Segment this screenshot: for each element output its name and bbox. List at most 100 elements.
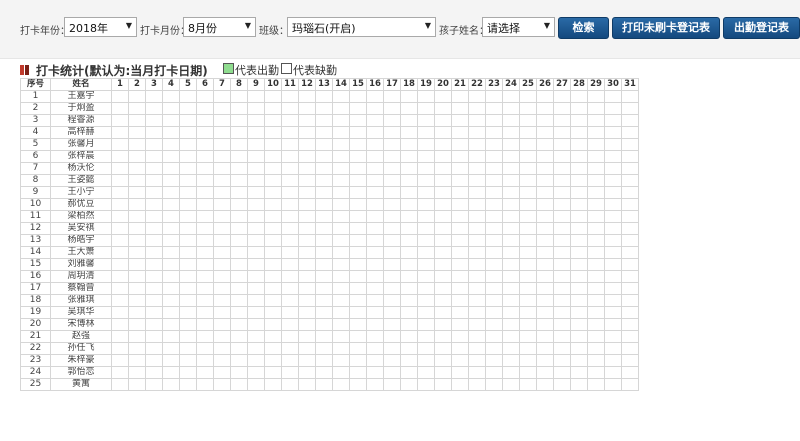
attendance-cell (230, 114, 248, 127)
attendance-cell (621, 174, 639, 187)
attendance-cell (604, 162, 622, 175)
attendance-cell (332, 150, 350, 163)
attendance-cell (383, 246, 401, 259)
attendance-cell (417, 186, 435, 199)
student-name: 张馨月 (50, 138, 112, 151)
attendance-cell (281, 234, 299, 247)
attendance-cell (315, 234, 333, 247)
attendance-cell (434, 258, 452, 271)
attendance-cell (434, 378, 452, 391)
year-select[interactable]: 2018年 ▼ (64, 17, 137, 37)
row-index: 2 (20, 102, 51, 115)
table-row: 15 刘雅馨 (20, 258, 639, 271)
attendance-cell (196, 126, 214, 139)
class-select[interactable]: 玛瑙石(开启) ▼ (287, 17, 436, 37)
attendance-cell (111, 378, 129, 391)
attendance-cell (621, 354, 639, 367)
attendance-cell (621, 282, 639, 295)
attendance-cell (349, 90, 367, 103)
attendance-cell (111, 90, 129, 103)
attendance-cell (162, 222, 180, 235)
table-row: 16 周玥清 (20, 270, 639, 283)
attendance-cell (315, 186, 333, 199)
row-index: 12 (20, 222, 51, 235)
student-name: 郝优豆 (50, 198, 112, 211)
row-index: 24 (20, 366, 51, 379)
attendance-cell (145, 342, 163, 355)
table-row: 25 黄寓 (20, 378, 639, 391)
attendance-cell (383, 162, 401, 175)
attendance-cell (485, 306, 503, 319)
attendance-cell (587, 330, 605, 343)
attendance-cell (230, 282, 248, 295)
attendance-cell (468, 354, 486, 367)
attendance-cell (162, 294, 180, 307)
attendance-cell (196, 234, 214, 247)
attendance-cell (179, 330, 197, 343)
attendance-cell (264, 282, 282, 295)
attendance-cell (247, 270, 265, 283)
attendance-cell (315, 174, 333, 187)
attendance-cell (213, 282, 231, 295)
attendance-cell (332, 210, 350, 223)
attendance-cell (230, 174, 248, 187)
attendance-cell (468, 258, 486, 271)
month-select[interactable]: 8月份 ▼ (183, 17, 256, 37)
attendance-cell (111, 114, 129, 127)
attendance-cell (366, 306, 384, 319)
attendance-cell (502, 294, 520, 307)
attendance-cell (570, 354, 588, 367)
print-unswiped-button[interactable]: 打印未刷卡登记表 (612, 17, 720, 39)
attendance-cell (553, 234, 571, 247)
attendance-cell (502, 174, 520, 187)
student-name: 黄寓 (50, 378, 112, 391)
attendance-cell (162, 102, 180, 115)
attendance-cell (298, 294, 316, 307)
attendance-cell (417, 246, 435, 259)
attendance-cell (451, 246, 469, 259)
attendance-cell (604, 306, 622, 319)
attendance-cell (298, 330, 316, 343)
attendance-cell (417, 210, 435, 223)
attendance-cell (230, 198, 248, 211)
row-index: 1 (20, 90, 51, 103)
attendance-cell (485, 222, 503, 235)
child-select[interactable]: 请选择 ▼ (482, 17, 555, 37)
attendance-cell (213, 318, 231, 331)
attendance-cell (111, 210, 129, 223)
attendance-cell (247, 282, 265, 295)
column-header-day: 25 (519, 78, 537, 91)
attendance-register-button[interactable]: 出勤登记表 (723, 17, 800, 39)
attendance-cell (417, 270, 435, 283)
column-header-day: 5 (179, 78, 197, 91)
attendance-cell (468, 306, 486, 319)
column-header-day: 6 (196, 78, 214, 91)
table-row: 21 赵强 (20, 330, 639, 343)
attendance-cell (383, 102, 401, 115)
attendance-cell (315, 270, 333, 283)
attendance-cell (349, 162, 367, 175)
attendance-cell (332, 174, 350, 187)
attendance-cell (349, 330, 367, 343)
legend-present-swatch (223, 63, 234, 74)
attendance-cell (366, 330, 384, 343)
attendance-cell (315, 258, 333, 271)
attendance-cell (196, 138, 214, 151)
attendance-cell (417, 114, 435, 127)
attendance-cell (332, 342, 350, 355)
attendance-cell (621, 102, 639, 115)
search-button[interactable]: 检索 (558, 17, 609, 39)
attendance-cell (179, 90, 197, 103)
student-name: 郭怡恋 (50, 366, 112, 379)
attendance-cell (298, 258, 316, 271)
attendance-cell (485, 150, 503, 163)
row-index: 23 (20, 354, 51, 367)
attendance-cell (417, 162, 435, 175)
attendance-cell (298, 186, 316, 199)
column-header-day: 18 (400, 78, 418, 91)
attendance-cell (315, 222, 333, 235)
row-index: 20 (20, 318, 51, 331)
attendance-cell (587, 354, 605, 367)
attendance-cell (281, 282, 299, 295)
attendance-cell (264, 102, 282, 115)
